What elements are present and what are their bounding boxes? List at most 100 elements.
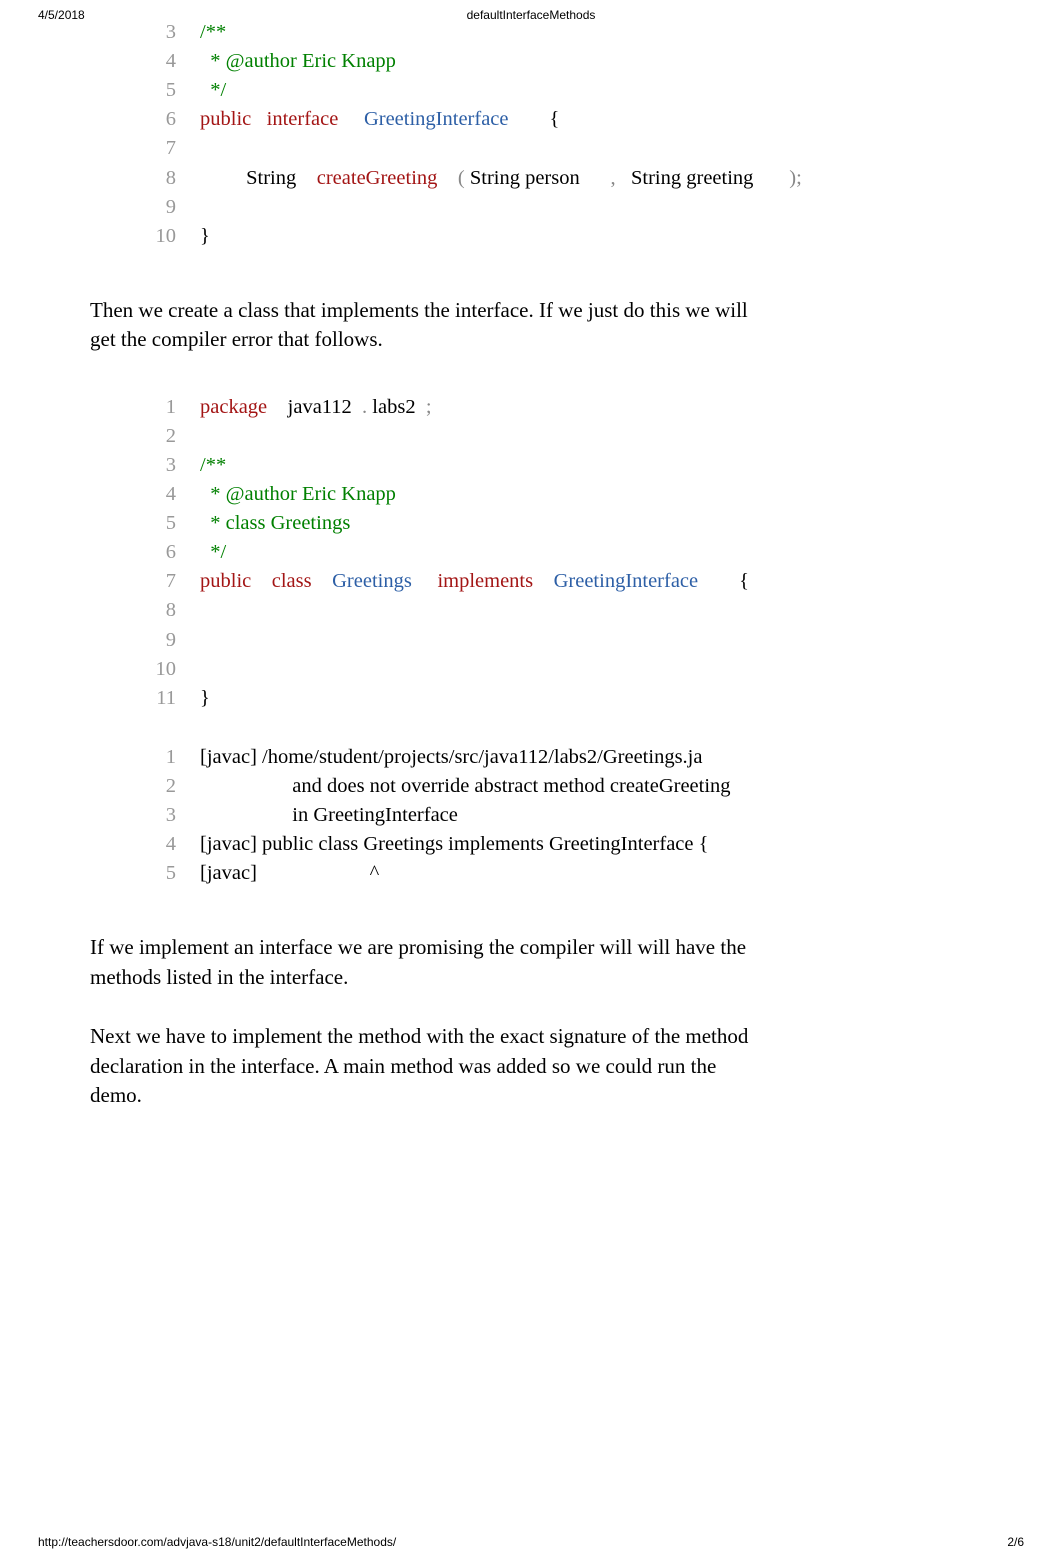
code-line: 6 */ — [150, 538, 1022, 567]
code-line: 9 — [150, 626, 1022, 655]
code-token: package — [200, 396, 267, 418]
code-token: public — [200, 108, 251, 130]
code-token — [312, 570, 333, 592]
code-line-content — [200, 193, 1022, 222]
line-number: 6 — [150, 538, 200, 567]
code-token — [698, 570, 739, 592]
code-token: GreetingInterface — [364, 108, 509, 130]
line-number: 8 — [150, 596, 200, 625]
code-line: 8 String createGreeting ( String person … — [150, 164, 1022, 193]
line-number: 5 — [150, 859, 200, 888]
line-number: 2 — [150, 772, 200, 801]
code-line-content: [javac] ^ — [200, 859, 1022, 888]
line-number: 4 — [150, 47, 200, 76]
code-token: ( — [458, 167, 465, 189]
code-token: } — [200, 687, 210, 709]
code-token — [200, 167, 246, 189]
code-token: { — [550, 108, 560, 130]
code-line-content: /** — [200, 18, 1022, 47]
code-block-class: 1package java112 . labs2 ;2 3/**4 * @aut… — [150, 393, 1022, 713]
code-token: GreetingInterface — [554, 570, 699, 592]
code-line-content: } — [200, 684, 1022, 713]
code-token: [javac] /home/student/projects/src/java1… — [200, 746, 702, 768]
code-token: ; — [426, 396, 432, 418]
code-line: 4 * @author Eric Knapp — [150, 47, 1022, 76]
code-token: and does not override abstract method cr… — [200, 775, 731, 797]
page-content: 3/**4 * @author Eric Knapp5 */6public in… — [90, 18, 1022, 1140]
code-line: 5 * class Greetings — [150, 509, 1022, 538]
code-token: { — [739, 570, 749, 592]
code-line-content — [200, 626, 1022, 655]
prose-paragraph: If we implement an interface we are prom… — [90, 933, 770, 992]
code-line: 2 and does not override abstract method … — [150, 772, 1022, 801]
code-line-content: } — [200, 222, 1022, 251]
prose-paragraph: Next we have to implement the method wit… — [90, 1022, 770, 1110]
code-line: 8 — [150, 596, 1022, 625]
code-line: 5 */ — [150, 76, 1022, 105]
code-token: * class Greetings — [200, 512, 350, 534]
code-token — [437, 167, 458, 189]
code-token: String greeting — [631, 167, 753, 189]
line-number: 1 — [150, 393, 200, 422]
print-footer-url: http://teachersdoor.com/advjava-s18/unit… — [38, 1535, 396, 1549]
code-line: 2 — [150, 422, 1022, 451]
code-token: interface — [267, 108, 339, 130]
code-token: [javac] public class Greetings implement… — [200, 833, 708, 855]
code-block-interface: 3/**4 * @author Eric Knapp5 */6public in… — [150, 18, 1022, 251]
line-number: 9 — [150, 626, 200, 655]
code-line: 3/** — [150, 451, 1022, 480]
code-line-content: and does not override abstract method cr… — [200, 772, 1022, 801]
code-token — [753, 167, 789, 189]
code-line-content: */ — [200, 538, 1022, 567]
code-token — [416, 396, 426, 418]
code-token: String person — [470, 167, 580, 189]
code-line: 4 * @author Eric Knapp — [150, 480, 1022, 509]
code-line: 10} — [150, 222, 1022, 251]
code-token: [javac] ^ — [200, 862, 379, 884]
code-token — [296, 167, 317, 189]
line-number: 3 — [150, 18, 200, 47]
code-token: */ — [200, 79, 226, 101]
code-line: 10 — [150, 655, 1022, 684]
code-token: } — [200, 225, 210, 247]
line-number: 5 — [150, 509, 200, 538]
code-line: 3/** — [150, 18, 1022, 47]
print-footer-pagenum: 2/6 — [1007, 1535, 1024, 1549]
code-line-content: package java112 . labs2 ; — [200, 393, 1022, 422]
code-line-content: in GreetingInterface — [200, 801, 1022, 830]
line-number: 7 — [150, 567, 200, 596]
code-line-content: * @author Eric Knapp — [200, 47, 1022, 76]
code-token — [251, 108, 266, 130]
code-block-error: 1[javac] /home/student/projects/src/java… — [150, 743, 1022, 889]
code-token — [509, 108, 550, 130]
code-token — [352, 396, 362, 418]
code-line-content: * class Greetings — [200, 509, 1022, 538]
code-line-content: /** — [200, 451, 1022, 480]
line-number: 11 — [150, 684, 200, 713]
code-token: in GreetingInterface — [200, 804, 458, 826]
code-line: 5[javac] ^ — [150, 859, 1022, 888]
code-token: labs2 — [372, 396, 415, 418]
code-line-content — [200, 655, 1022, 684]
code-line-content: public class Greetings implements Greeti… — [200, 567, 1022, 596]
code-line: 7 — [150, 134, 1022, 163]
code-token — [616, 167, 631, 189]
line-number: 10 — [150, 222, 200, 251]
line-number: 7 — [150, 134, 200, 163]
code-token: */ — [200, 541, 226, 563]
line-number: 4 — [150, 480, 200, 509]
code-line: 1package java112 . labs2 ; — [150, 393, 1022, 422]
inline-code-main: main — [343, 1054, 390, 1078]
code-token: String — [246, 167, 296, 189]
code-line-content: String createGreeting ( String person , … — [200, 164, 1022, 193]
code-token: /** — [200, 454, 226, 476]
code-token: * @author Eric Knapp — [200, 483, 396, 505]
code-line: 1[javac] /home/student/projects/src/java… — [150, 743, 1022, 772]
code-token: public — [200, 570, 251, 592]
code-token — [267, 396, 288, 418]
line-number: 1 — [150, 743, 200, 772]
code-token: class — [272, 570, 312, 592]
code-token: createGreeting — [317, 167, 438, 189]
line-number: 3 — [150, 801, 200, 830]
line-number: 4 — [150, 830, 200, 859]
